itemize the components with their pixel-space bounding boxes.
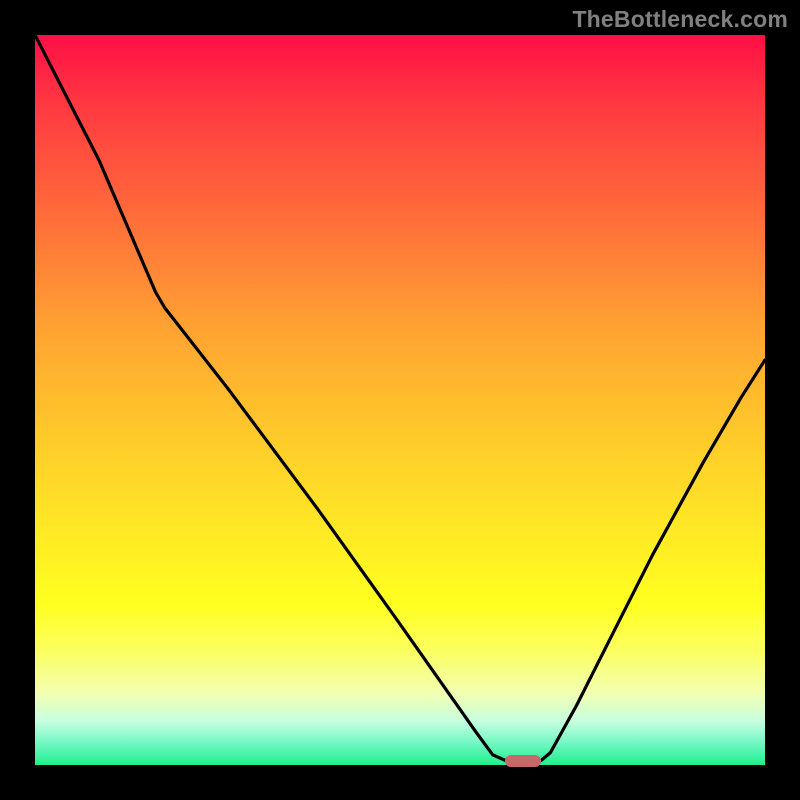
bottleneck-curve	[35, 35, 765, 765]
optimum-marker	[505, 755, 541, 767]
curve-path	[35, 35, 765, 761]
watermark-text: TheBottleneck.com	[572, 6, 788, 33]
plot-area	[35, 35, 765, 765]
chart-root: TheBottleneck.com	[0, 0, 800, 800]
